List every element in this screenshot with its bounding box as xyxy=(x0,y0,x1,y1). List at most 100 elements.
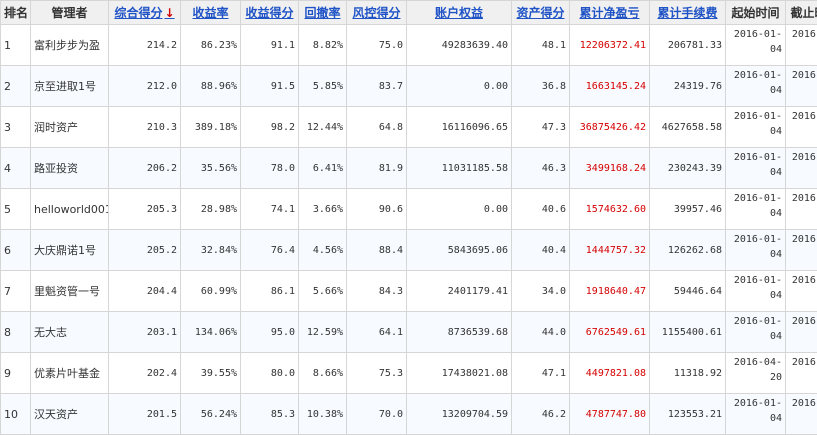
cell-cum-pl: 1663145.24 xyxy=(570,66,650,107)
cell-rank: 6 xyxy=(1,230,31,271)
cell-drawdown: 3.66% xyxy=(299,189,347,230)
cell-manager: 京至进取1号 xyxy=(31,66,109,107)
cell-rank: 1 xyxy=(1,25,31,66)
cell-equity: 13209704.59 xyxy=(407,394,512,435)
cell-manager: 富利步步为盈 xyxy=(31,25,109,66)
cell-manager: 路亚投资 xyxy=(31,148,109,189)
cell-rank: 4 xyxy=(1,148,31,189)
cell-return-rate: 35.56% xyxy=(181,148,241,189)
cell-return-rate: 32.84% xyxy=(181,230,241,271)
cell-return-rate: 39.55% xyxy=(181,353,241,394)
cell-manager: 大庆鼎诺1号 xyxy=(31,230,109,271)
cell-start-date: 2016-01-04 xyxy=(726,189,786,230)
cell-cum-fee: 24319.76 xyxy=(650,66,726,107)
cell-total-score: 201.5 xyxy=(109,394,181,435)
cell-equity: 11031185.58 xyxy=(407,148,512,189)
cell-cum-pl: 4497821.08 xyxy=(570,353,650,394)
cell-end-date: 2016-08-22 xyxy=(786,394,817,435)
cell-rank: 8 xyxy=(1,312,31,353)
cell-end-date: 2016-08-22 xyxy=(786,107,817,148)
cell-risk-score: 70.0 xyxy=(347,394,407,435)
cell-return-score: 86.1 xyxy=(241,271,299,312)
cell-cum-fee: 4627658.58 xyxy=(650,107,726,148)
cell-total-score: 214.2 xyxy=(109,25,181,66)
cell-equity: 8736539.68 xyxy=(407,312,512,353)
cell-asset-score: 44.0 xyxy=(512,312,570,353)
cell-start-date: 2016-01-04 xyxy=(726,394,786,435)
cell-total-score: 205.2 xyxy=(109,230,181,271)
table-row: 2 京至进取1号 212.0 88.96% 91.5 5.85% 83.7 0.… xyxy=(1,66,817,107)
cell-drawdown: 8.82% xyxy=(299,25,347,66)
cell-end-date: 2016-08-22 xyxy=(786,148,817,189)
header-end: 截止时间 xyxy=(786,1,817,25)
cell-end-date: 2016-08-19 xyxy=(786,271,817,312)
cell-asset-score: 40.6 xyxy=(512,189,570,230)
cell-return-score: 95.0 xyxy=(241,312,299,353)
cell-rank: 5 xyxy=(1,189,31,230)
cell-cum-pl: 6762549.61 xyxy=(570,312,650,353)
header-equity[interactable]: 账户权益 xyxy=(407,1,512,25)
cell-cum-fee: 126262.68 xyxy=(650,230,726,271)
cell-rank: 9 xyxy=(1,353,31,394)
cell-equity: 16116096.65 xyxy=(407,107,512,148)
cell-return-rate: 28.98% xyxy=(181,189,241,230)
cell-risk-score: 75.0 xyxy=(347,25,407,66)
cell-rank: 10 xyxy=(1,394,31,435)
cell-risk-score: 84.3 xyxy=(347,271,407,312)
table-row: 7 里魁资管一号 204.4 60.99% 86.1 5.66% 84.3 24… xyxy=(1,271,817,312)
cell-return-score: 91.5 xyxy=(241,66,299,107)
cell-drawdown: 5.85% xyxy=(299,66,347,107)
cell-start-date: 2016-04-20 xyxy=(726,353,786,394)
cell-cum-fee: 1155400.61 xyxy=(650,312,726,353)
cell-start-date: 2016-01-04 xyxy=(726,66,786,107)
cell-drawdown: 5.66% xyxy=(299,271,347,312)
ranking-table: 排名 管理者 综合得分↓ 收益率 收益得分 回撤率 风控得分 账户权益 资产得分… xyxy=(0,0,817,435)
header-total-score-label: 综合得分 xyxy=(114,6,162,20)
cell-rank: 3 xyxy=(1,107,31,148)
cell-cum-pl: 4787747.80 xyxy=(570,394,650,435)
cell-drawdown: 12.44% xyxy=(299,107,347,148)
table-row: 8 无大志 203.1 134.06% 95.0 12.59% 64.1 873… xyxy=(1,312,817,353)
header-risk-score[interactable]: 风控得分 xyxy=(347,1,407,25)
header-return-rate[interactable]: 收益率 xyxy=(181,1,241,25)
cell-asset-score: 46.3 xyxy=(512,148,570,189)
cell-manager: 优素片叶基金 xyxy=(31,353,109,394)
cell-start-date: 2016-01-04 xyxy=(726,25,786,66)
cell-drawdown: 4.56% xyxy=(299,230,347,271)
cell-manager: 里魁资管一号 xyxy=(31,271,109,312)
table-row: 10 汉天资产 201.5 56.24% 85.3 10.38% 70.0 13… xyxy=(1,394,817,435)
cell-cum-pl: 1918640.47 xyxy=(570,271,650,312)
cell-total-score: 206.2 xyxy=(109,148,181,189)
header-cum-pl[interactable]: 累计净盈亏 xyxy=(570,1,650,25)
cell-return-rate: 86.23% xyxy=(181,25,241,66)
cell-return-score: 74.1 xyxy=(241,189,299,230)
table-row: 1 富利步步为盈 214.2 86.23% 91.1 8.82% 75.0 49… xyxy=(1,25,817,66)
header-rank: 排名 xyxy=(1,1,31,25)
header-return-score[interactable]: 收益得分 xyxy=(241,1,299,25)
header-total-score[interactable]: 综合得分↓ xyxy=(109,1,181,25)
cell-risk-score: 75.3 xyxy=(347,353,407,394)
cell-risk-score: 81.9 xyxy=(347,148,407,189)
table-row: 3 润时资产 210.3 389.18% 98.2 12.44% 64.8 16… xyxy=(1,107,817,148)
ranking-rows: 1 富利步步为盈 214.2 86.23% 91.1 8.82% 75.0 49… xyxy=(1,25,817,435)
cell-equity: 0.00 xyxy=(407,66,512,107)
cell-start-date: 2016-01-04 xyxy=(726,271,786,312)
cell-return-rate: 88.96% xyxy=(181,66,241,107)
cell-risk-score: 83.7 xyxy=(347,66,407,107)
cell-rank: 2 xyxy=(1,66,31,107)
header-asset-score[interactable]: 资产得分 xyxy=(512,1,570,25)
cell-total-score: 210.3 xyxy=(109,107,181,148)
header-start: 起始时间 xyxy=(726,1,786,25)
header-drawdown[interactable]: 回撤率 xyxy=(299,1,347,25)
cell-cum-fee: 39957.46 xyxy=(650,189,726,230)
table-row: 6 大庆鼎诺1号 205.2 32.84% 76.4 4.56% 88.4 58… xyxy=(1,230,817,271)
header-manager: 管理者 xyxy=(31,1,109,25)
cell-start-date: 2016-01-04 xyxy=(726,230,786,271)
header-cum-fee[interactable]: 累计手续费 xyxy=(650,1,726,25)
cell-drawdown: 12.59% xyxy=(299,312,347,353)
cell-rank: 7 xyxy=(1,271,31,312)
cell-return-rate: 389.18% xyxy=(181,107,241,148)
cell-end-date: 2016-03-28 xyxy=(786,230,817,271)
cell-equity: 17438021.08 xyxy=(407,353,512,394)
cell-equity: 0.00 xyxy=(407,189,512,230)
